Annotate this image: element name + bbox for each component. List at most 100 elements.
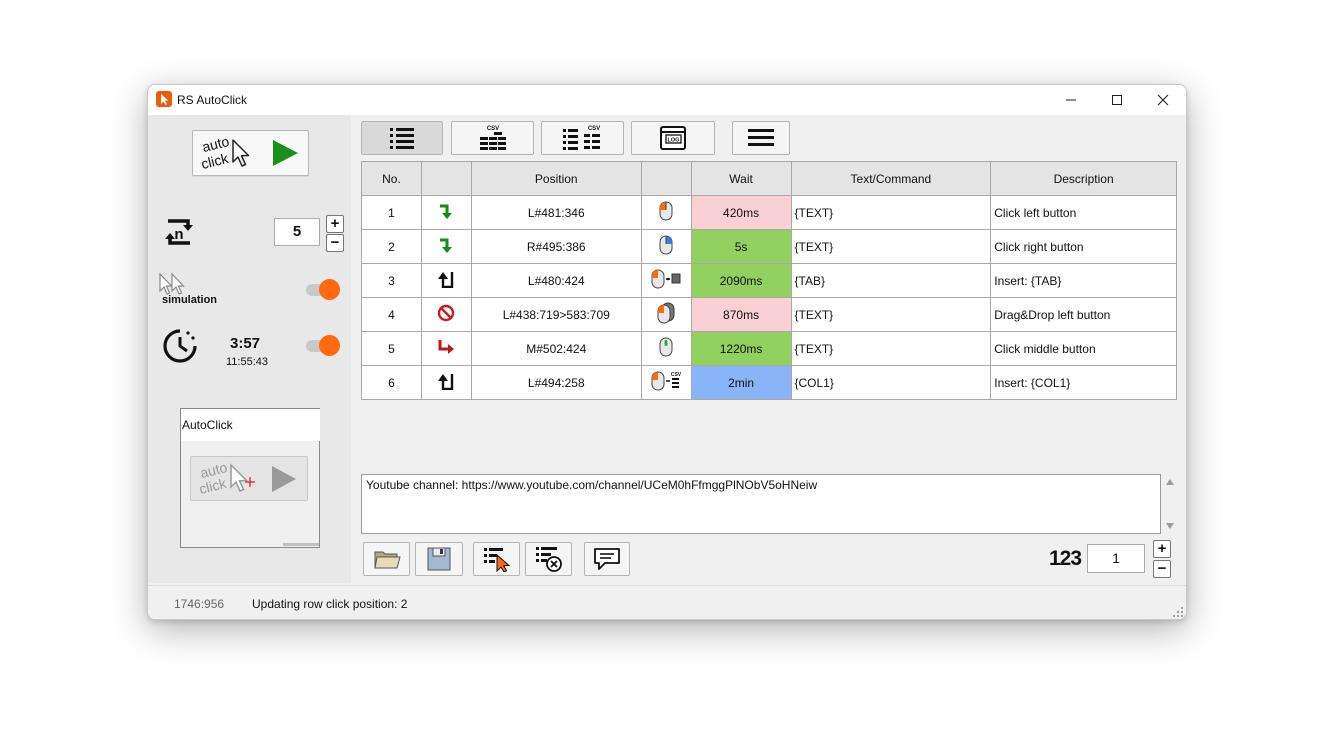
timer-clock-icon [163, 329, 197, 363]
row-description: Insert: {COL1} [990, 365, 1177, 400]
counter-label: 123 [1049, 547, 1082, 570]
timer-value: 3:57 [230, 335, 261, 352]
row-text-command: {TAB} [790, 263, 992, 298]
row-number: 2 [361, 229, 422, 264]
repeat-n-icon: n [165, 219, 193, 245]
return-up-icon [438, 272, 454, 289]
preview-box: AutoClick auto click [180, 408, 320, 548]
save-file-button[interactable] [415, 542, 463, 576]
table-row[interactable]: 5 M#502:424 1220ms {TEXT} Click middle b… [361, 331, 1177, 366]
row-description: Click left button [990, 195, 1177, 230]
window-title: RS AutoClick [177, 93, 248, 107]
col-header-text-command[interactable]: Text/Command [790, 161, 992, 196]
maximize-button[interactable] [1094, 85, 1140, 115]
row-wait: 5s [690, 229, 792, 264]
repeat-count-input[interactable]: 5 [274, 218, 320, 246]
status-message: Updating row click position: 2 [252, 597, 408, 611]
folder-open-icon [373, 551, 401, 569]
row-position: L#480:424 [470, 263, 642, 298]
play-icon [273, 140, 298, 166]
resize-grip-icon[interactable] [1172, 606, 1184, 618]
select-row-position-button[interactable] [473, 542, 520, 576]
status-coords: 1746:956 [174, 597, 225, 611]
log-button[interactable]: LOG [631, 121, 715, 155]
sidebar: auto click n 5 + − simulation 3:57 11:55… [148, 115, 351, 583]
scroll-up-arrow-icon[interactable] [1165, 478, 1175, 486]
table-row[interactable]: 4 L#438:719>583:709 870ms {TEXT} Drag&Dr… [361, 297, 1177, 332]
mouse-csv-icon: CSV [651, 371, 682, 391]
col-header-position[interactable]: Position [470, 161, 642, 196]
title-bar: RS AutoClick [148, 85, 1186, 115]
csv-grid-button[interactable]: CSV [451, 121, 534, 155]
repeat-decrement-button[interactable]: − [326, 234, 344, 252]
list-view-button[interactable] [361, 121, 443, 155]
col-header-description[interactable]: Description [990, 161, 1177, 196]
csv-table-icon: CSV [479, 126, 506, 150]
counter-increment-button[interactable]: + [1153, 540, 1171, 558]
floppy-save-icon [427, 547, 451, 571]
clicks-table: No. Position Wait Text/Command Descripti… [361, 161, 1177, 400]
row-text-command: {TEXT} [790, 297, 992, 332]
svg-text:n: n [174, 226, 183, 243]
row-wait: 1220ms [690, 331, 792, 366]
close-button[interactable] [1140, 85, 1186, 115]
timer-toggle[interactable] [306, 335, 340, 356]
table-header-row: No. Position Wait Text/Command Descripti… [361, 161, 1177, 196]
table-row[interactable]: 1 L#481:346 420ms {TEXT} Click left butt… [361, 195, 1177, 230]
preview-scrollbar [283, 543, 319, 546]
col-header-wait[interactable]: Wait [690, 161, 792, 196]
csv-label-row: CSV [671, 372, 682, 378]
timer-clock-time: 11:55:43 [226, 356, 269, 368]
counter-decrement-button[interactable]: − [1153, 560, 1171, 578]
simulation-toggle[interactable] [306, 279, 340, 300]
row-description: Click middle button [990, 331, 1177, 366]
table-row[interactable]: 6 L#494:258 CSV 2min {COL1} Insert: {COL… [361, 365, 1177, 400]
col-header-action[interactable] [420, 161, 472, 196]
mouse-middle-icon [659, 337, 673, 357]
table-row[interactable]: 2 R#495:386 5s {TEXT} Click right button [361, 229, 1177, 264]
delete-row-button[interactable] [525, 542, 572, 576]
row-number: 5 [361, 331, 422, 366]
col-header-mouse[interactable] [640, 161, 692, 196]
arrow-down-right-icon [440, 238, 453, 253]
csv-label-2: CSV [587, 126, 599, 132]
app-logo-icon [156, 91, 172, 107]
svg-text:LOG: LOG [668, 138, 680, 144]
log-window-icon: LOG [660, 126, 686, 150]
row-number: 3 [361, 263, 422, 298]
list-csv-button[interactable]: CSV [541, 121, 624, 155]
preview-title: AutoClick [181, 409, 320, 441]
speech-bubble-icon [594, 548, 620, 570]
comment-button[interactable] [584, 542, 630, 576]
simulation-label: simulation [162, 294, 218, 306]
mouse-key-icon [651, 269, 681, 289]
row-description: Click right button [990, 229, 1177, 264]
minimize-button[interactable] [1048, 85, 1094, 115]
counter-input[interactable]: 1 [1087, 544, 1145, 573]
list-csv-icon: CSV [562, 126, 600, 150]
scroll-down-arrow-icon[interactable] [1165, 522, 1175, 530]
list-delete-icon [535, 547, 562, 572]
row-position: L#481:346 [470, 195, 642, 230]
row-position: L#438:719>583:709 [470, 297, 642, 332]
status-bar: 1746:956 Updating row click position: 2 [148, 585, 1186, 619]
row-wait: 870ms [690, 297, 792, 332]
start-autoclick-button[interactable]: auto click [192, 130, 309, 176]
repeat-increment-button[interactable]: + [326, 215, 344, 233]
mouse-drag-icon [657, 302, 675, 324]
csv-label: CSV [486, 126, 498, 132]
menu-button[interactable] [732, 121, 790, 155]
table-row[interactable]: 3 L#480:424 2090ms {TAB} Insert: {TAB} [361, 263, 1177, 298]
row-wait: 420ms [690, 195, 792, 230]
row-position: R#495:386 [470, 229, 642, 264]
arrow-down-right-red-icon [438, 340, 455, 354]
open-file-button[interactable] [363, 542, 410, 576]
col-header-no[interactable]: No. [361, 161, 422, 196]
no-entry-icon [438, 304, 455, 322]
notes-textarea[interactable]: Youtube channel: https://www.youtube.com… [361, 474, 1161, 534]
row-position: M#502:424 [470, 331, 642, 366]
row-number: 4 [361, 297, 422, 332]
row-number: 1 [361, 195, 422, 230]
arrow-down-right-icon [440, 204, 453, 219]
row-wait: 2090ms [690, 263, 792, 298]
